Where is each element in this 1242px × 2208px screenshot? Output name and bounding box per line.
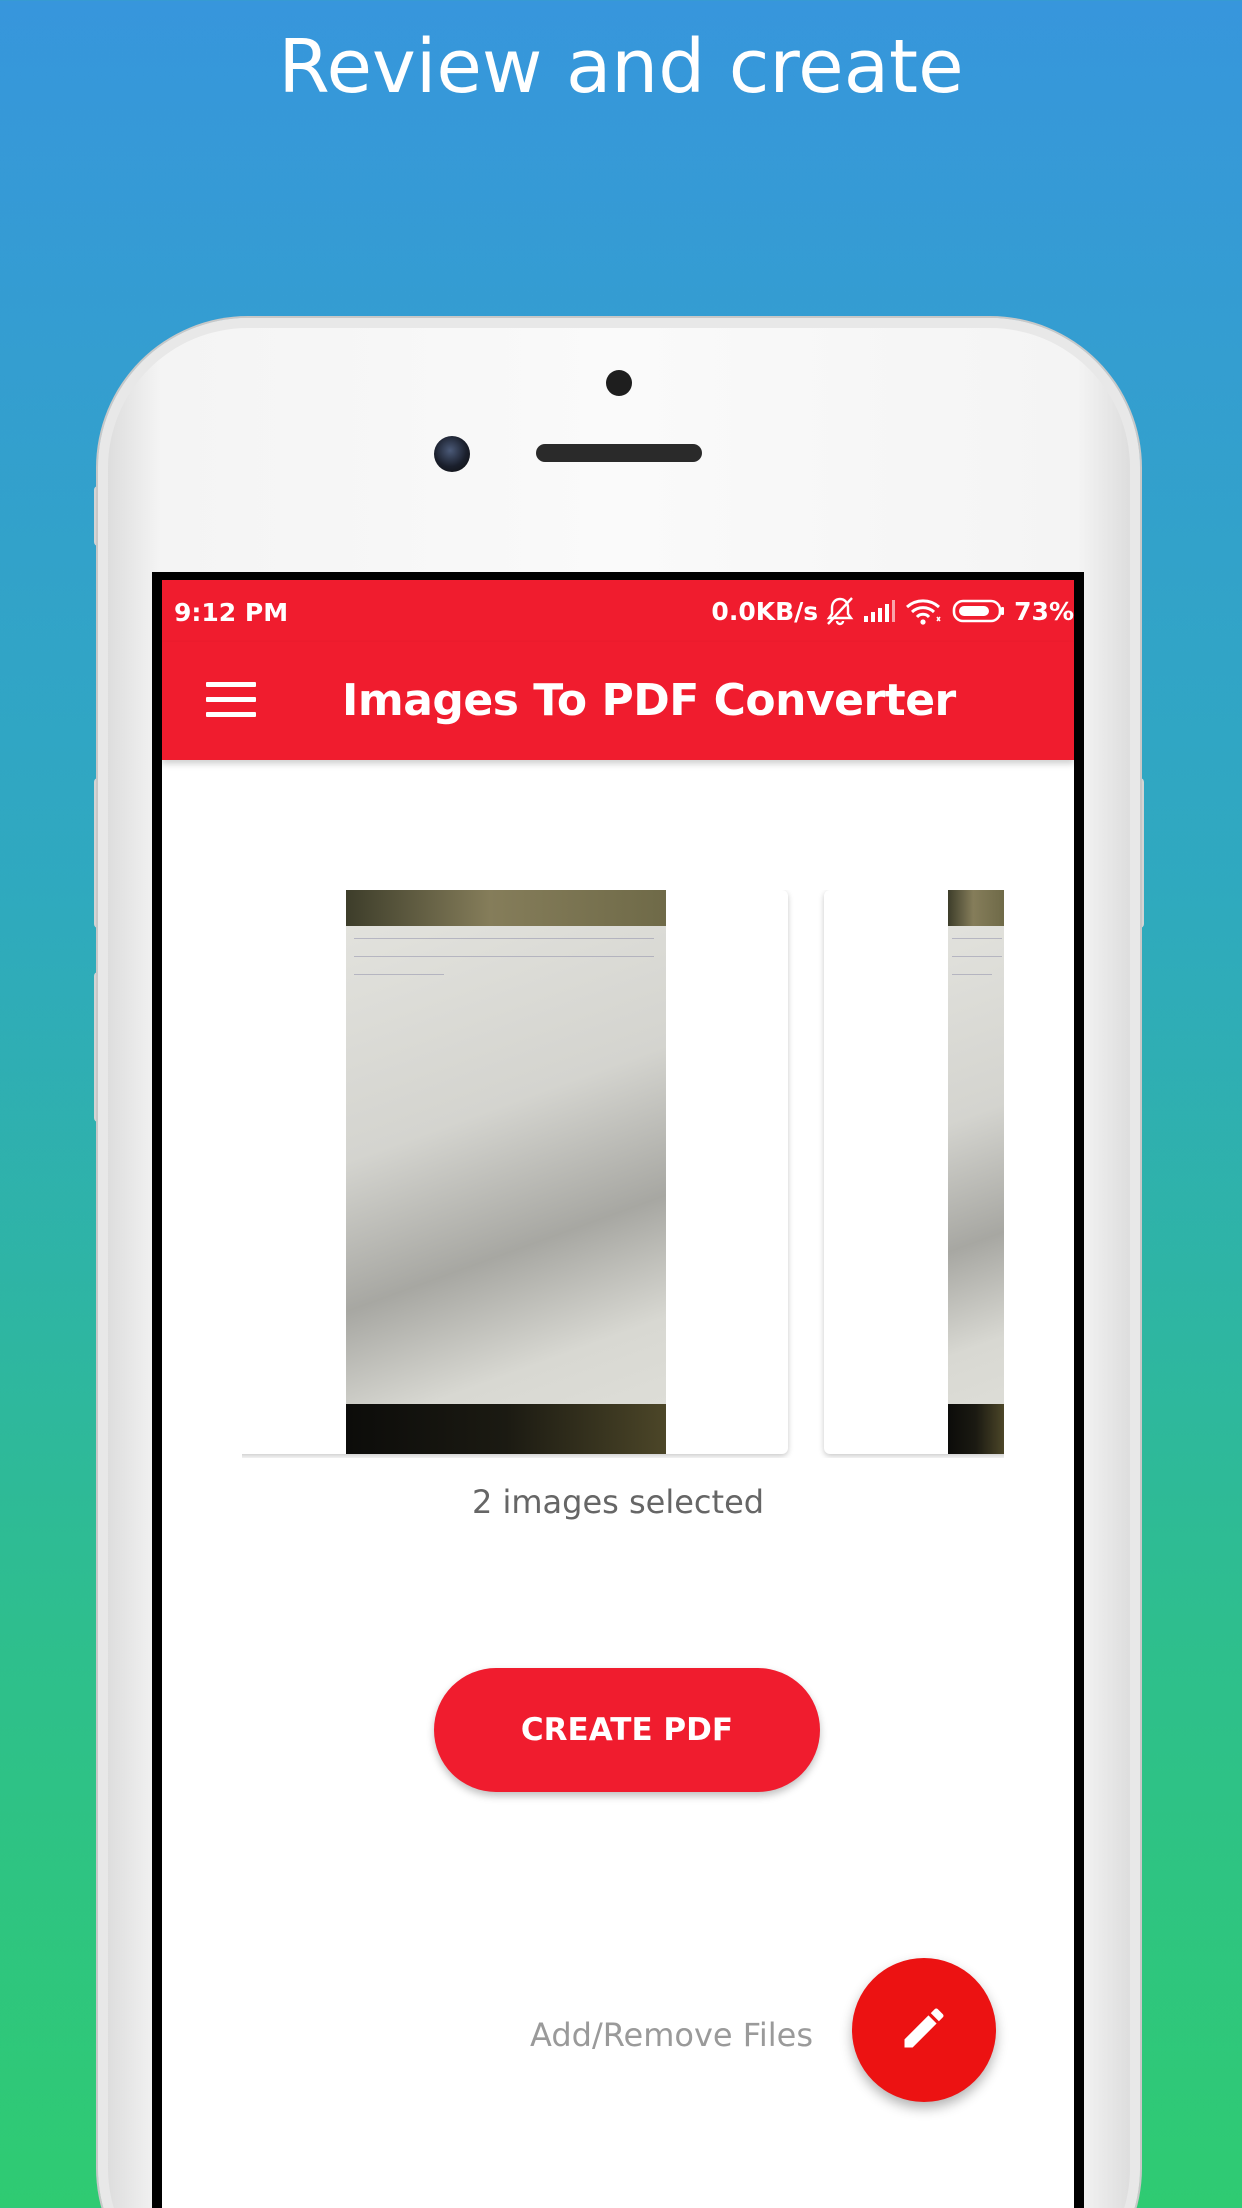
status-time: 9:12 PM	[174, 598, 289, 627]
earpiece-speaker	[536, 444, 702, 462]
battery-percent: 73%	[1014, 596, 1074, 626]
photo-background-top	[948, 890, 1004, 926]
status-indicators: 0.0KB/s 73%	[711, 596, 1074, 626]
signal-icon	[862, 598, 896, 624]
page-photo-2	[948, 890, 1004, 1454]
proximity-sensor	[606, 370, 632, 396]
battery-icon	[952, 599, 1006, 623]
create-pdf-button[interactable]: CREATE PDF	[434, 1668, 820, 1792]
app-screen: 9:12 PM 0.0KB/s 73% Images To PDF Conver…	[162, 580, 1074, 2208]
bell-muted-icon	[826, 596, 854, 626]
promo-title: Review and create	[278, 24, 964, 110]
photo-background-top	[346, 890, 666, 926]
front-camera	[434, 436, 470, 472]
edit-files-fab[interactable]	[852, 1958, 996, 2102]
pencil-icon	[898, 2002, 950, 2059]
app-title: Images To PDF Converter	[342, 675, 956, 726]
image-card[interactable]	[242, 890, 788, 1454]
selected-count-text: 2 images selected	[471, 1483, 765, 1521]
hamburger-menu-icon[interactable]	[206, 682, 256, 718]
page-photo-1	[346, 890, 666, 1454]
photo-background-bottom	[948, 1404, 1004, 1454]
app-toolbar: Images To PDF Converter	[162, 642, 1074, 760]
image-card[interactable]	[824, 890, 1004, 1454]
photo-background-bottom	[346, 1404, 666, 1454]
image-carousel[interactable]	[242, 890, 1004, 1458]
status-bar: 9:12 PM 0.0KB/s 73%	[162, 580, 1074, 642]
phone-screen: 9:12 PM 0.0KB/s 73% Images To PDF Conver…	[152, 572, 1084, 2208]
wifi-icon	[904, 597, 944, 625]
add-remove-files-label: Add/Remove Files	[530, 2016, 813, 2054]
network-speed: 0.0KB/s	[711, 596, 819, 626]
